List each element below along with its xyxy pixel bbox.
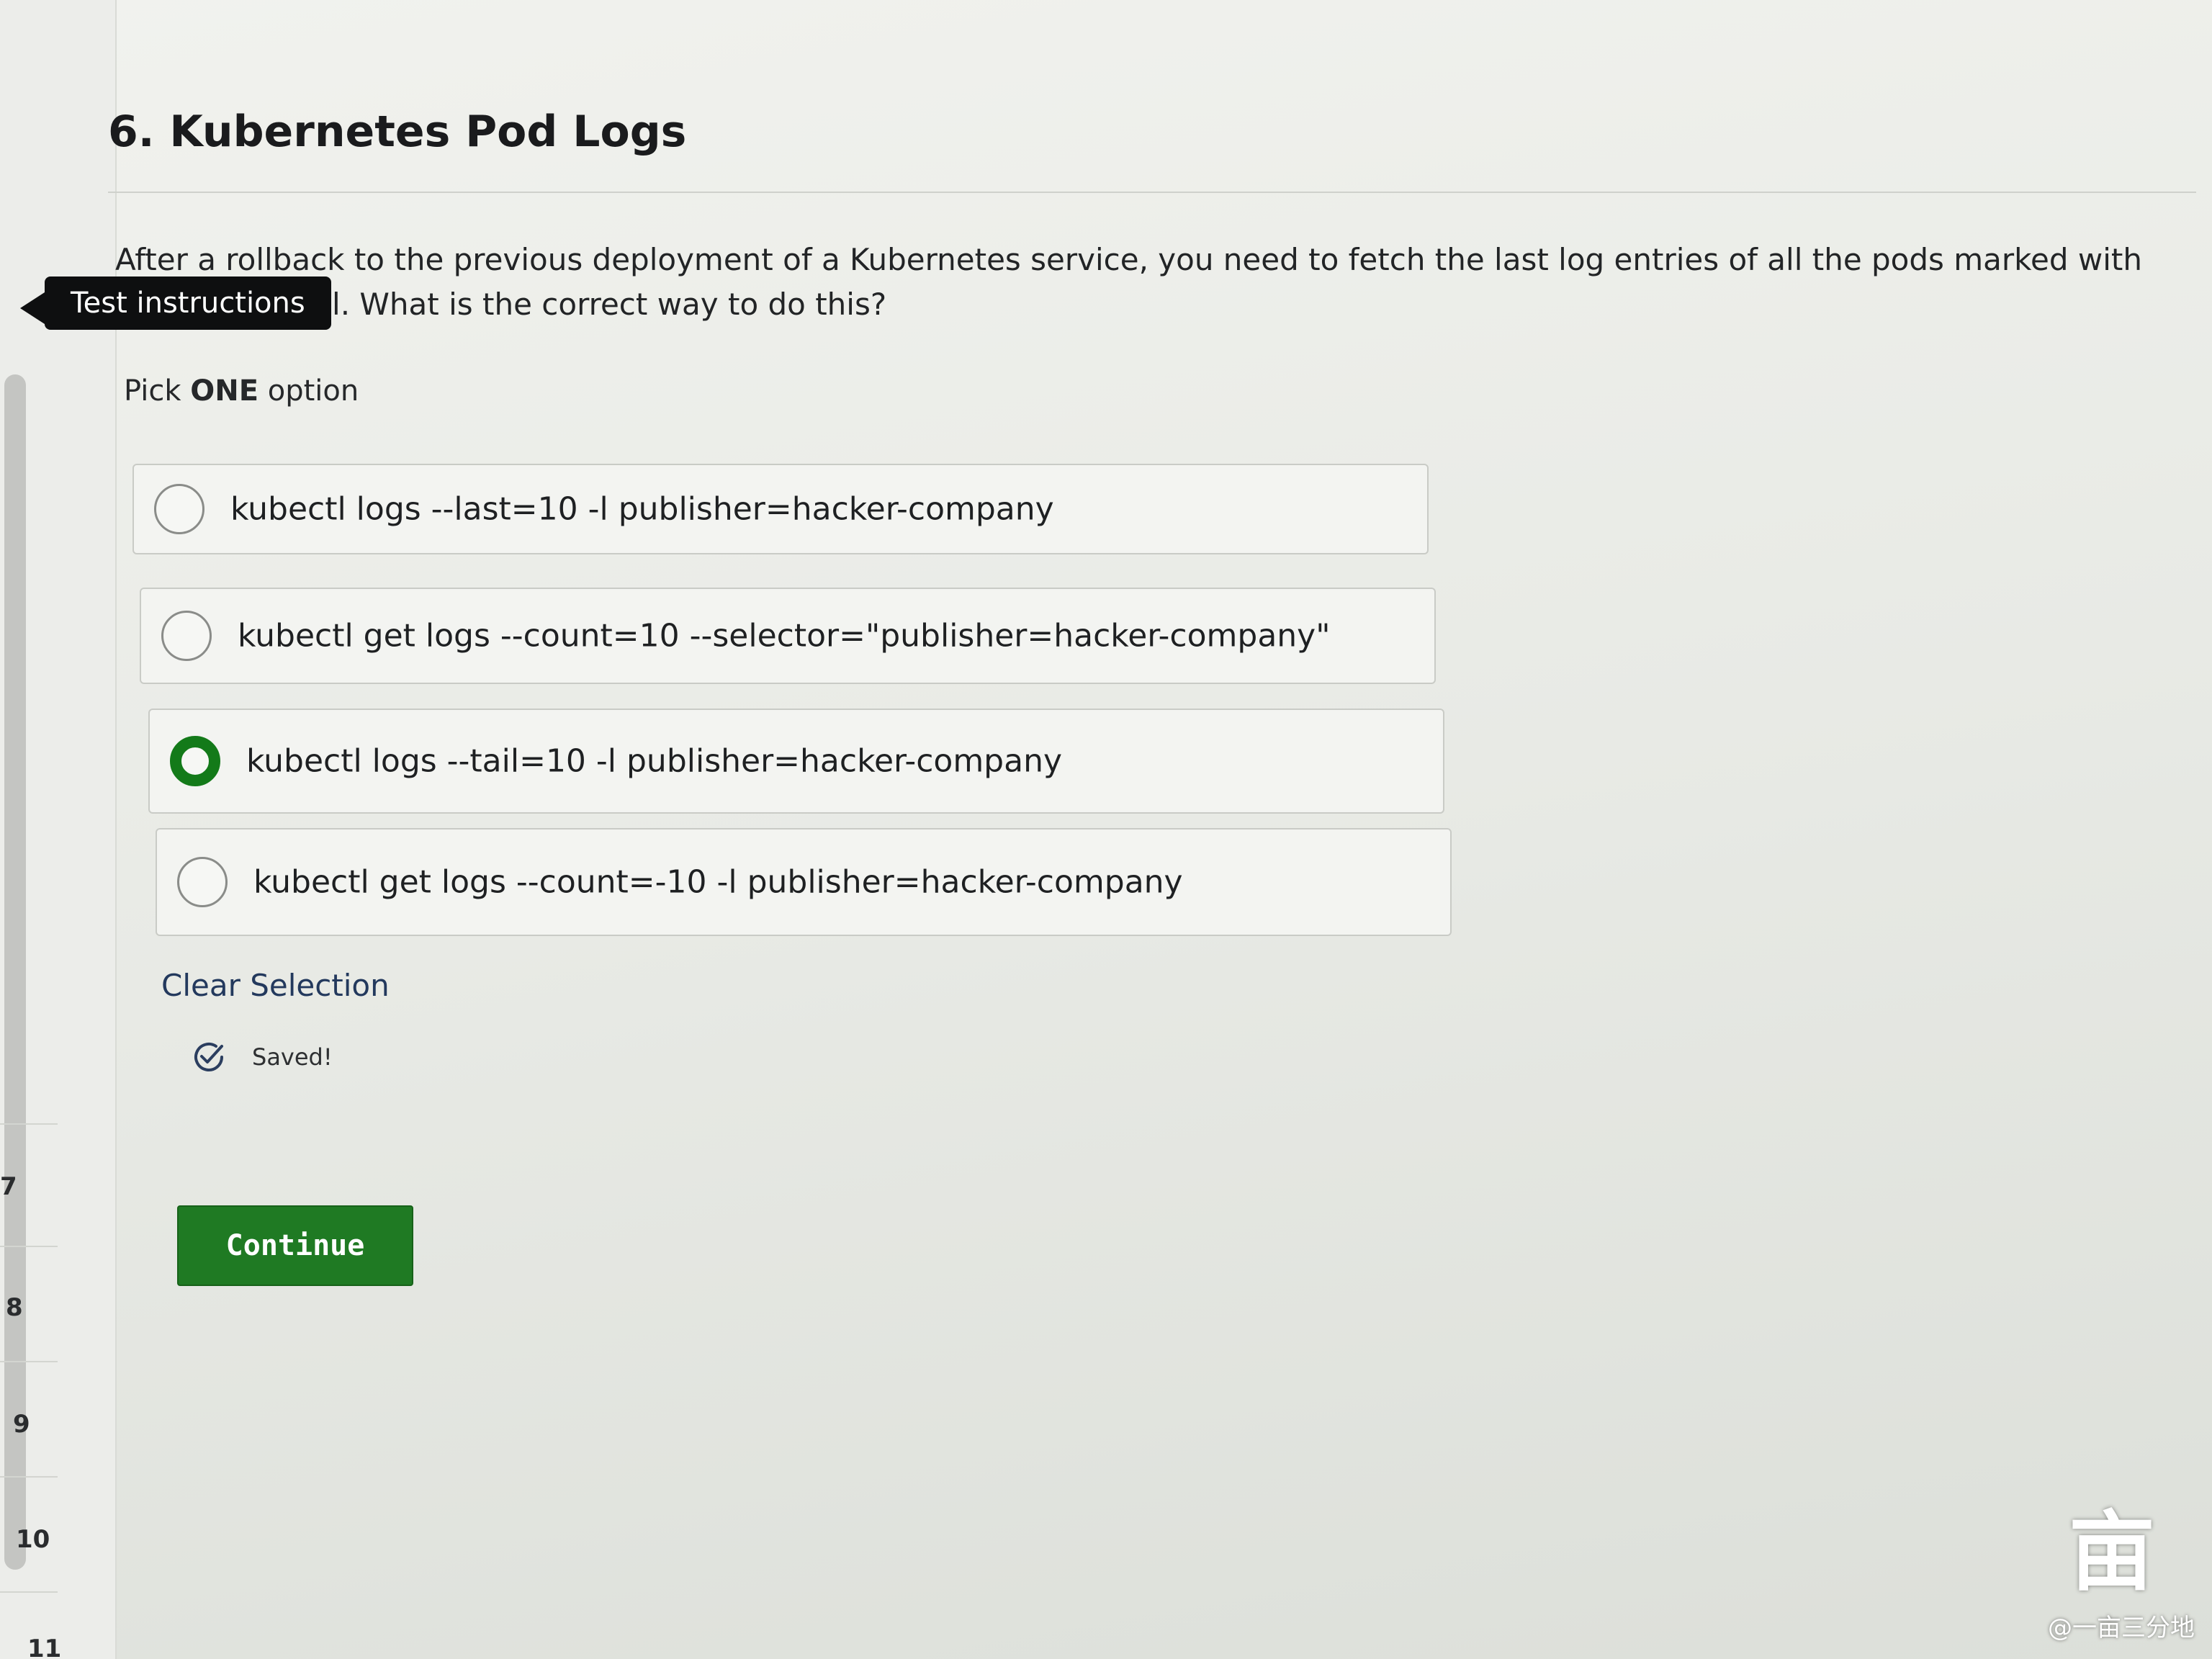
sidebar-divider xyxy=(0,1246,58,1247)
answer-option-label: kubectl logs --last=10 -l publisher=hack… xyxy=(230,490,1054,528)
title-divider xyxy=(108,192,2196,193)
saved-status: Saved! xyxy=(189,1037,333,1077)
question-navigation-sidebar: 7 8 9 10 11 xyxy=(0,0,117,1659)
sidebar-question-number[interactable]: 11 xyxy=(27,1635,61,1659)
answer-option[interactable]: kubectl get logs --count=10 --selector="… xyxy=(140,588,1436,684)
saved-label: Saved! xyxy=(252,1043,333,1071)
question-text: After a rollback to the previous deploym… xyxy=(115,242,2142,322)
sidebar-divider xyxy=(0,1476,58,1478)
answer-option-selected[interactable]: kubectl logs --tail=10 -l publisher=hack… xyxy=(148,709,1444,814)
tooltip-arrow-icon xyxy=(20,292,45,324)
test-instructions-tooltip[interactable]: Test instructions xyxy=(45,276,331,330)
clear-selection-link[interactable]: Clear Selection xyxy=(161,968,390,1003)
answer-option[interactable]: kubectl get logs --count=-10 -l publishe… xyxy=(156,828,1452,936)
sidebar-divider xyxy=(0,1591,58,1593)
answer-option[interactable]: kubectl logs --last=10 -l publisher=hack… xyxy=(132,464,1429,554)
answer-option-label: kubectl logs --tail=10 -l publisher=hack… xyxy=(246,742,1062,780)
watermark-logo-icon: 亩 xyxy=(2069,1503,2155,1603)
sidebar-question-number[interactable]: 7 xyxy=(0,1172,17,1201)
instruction-emphasis: ONE xyxy=(190,374,259,408)
sidebar-divider xyxy=(0,1123,58,1125)
radio-button-selected[interactable] xyxy=(170,736,220,786)
answer-option-label: kubectl get logs --count=-10 -l publishe… xyxy=(253,863,1183,901)
answer-option-label: kubectl get logs --count=10 --selector="… xyxy=(238,617,1331,655)
page-title: 6. Kubernetes Pod Logs xyxy=(108,107,687,157)
radio-button[interactable] xyxy=(154,484,204,534)
watermark: 亩 @一亩三分地 xyxy=(2044,1506,2195,1643)
continue-button[interactable]: Continue xyxy=(177,1205,413,1286)
radio-button[interactable] xyxy=(161,611,212,661)
sidebar-question-number[interactable]: 8 xyxy=(6,1293,23,1322)
radio-button[interactable] xyxy=(177,857,228,907)
test-page: 7 8 9 10 11 6. Kubernetes Pod Logs After… xyxy=(0,0,2212,1659)
sidebar-scrollbar[interactable] xyxy=(4,374,26,1570)
instruction-prefix: Pick xyxy=(124,374,191,408)
check-circle-icon xyxy=(189,1037,229,1077)
pick-one-instruction: Pick ONE option xyxy=(124,374,359,408)
instruction-suffix: option xyxy=(258,374,359,408)
watermark-text: @一亩三分地 xyxy=(2048,1614,2195,1642)
sidebar-divider xyxy=(0,1361,58,1362)
sidebar-question-number[interactable]: 10 xyxy=(16,1525,50,1554)
sidebar-question-number[interactable]: 9 xyxy=(13,1410,30,1439)
